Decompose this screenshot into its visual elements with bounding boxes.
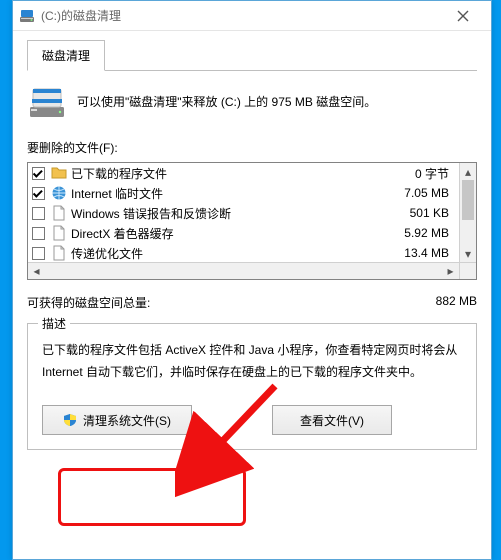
file-checkbox[interactable] xyxy=(32,247,45,260)
view-files-button[interactable]: 查看文件(V) xyxy=(272,405,392,435)
disk-icon xyxy=(27,85,67,121)
vertical-scrollbar[interactable]: ▴ ▾ xyxy=(459,163,476,262)
info-text: 可以使用"磁盘清理"来释放 (C:) 上的 975 MB 磁盘空间。 xyxy=(77,93,376,112)
scroll-down-arrow[interactable]: ▾ xyxy=(460,245,476,262)
file-list-row[interactable]: 传递优化文件13.4 MB xyxy=(28,243,459,262)
file-list-row[interactable]: 已下载的程序文件0 字节 xyxy=(28,163,459,183)
view-files-label: 查看文件(V) xyxy=(300,412,364,429)
filelist-label: 要删除的文件(F): xyxy=(27,139,477,156)
titlebar: (C:)的磁盘清理 xyxy=(13,1,491,31)
description-group: 描述 已下载的程序文件包括 ActiveX 控件和 Java 小程序，你查看特定… xyxy=(27,323,477,450)
file-icon xyxy=(51,205,67,221)
file-list: 已下载的程序文件0 字节Internet 临时文件7.05 MBWindows … xyxy=(27,162,477,280)
button-row: 清理系统文件(S) 查看文件(V) xyxy=(42,405,462,435)
close-icon xyxy=(457,10,469,22)
globe-icon xyxy=(51,185,67,201)
dialog-window: (C:)的磁盘清理 磁盘清理 可以使用"磁盘清理"来释放 (C:) 上的 975… xyxy=(12,0,492,560)
scrollbar-corner xyxy=(459,262,476,279)
file-size: 0 字节 xyxy=(383,165,455,182)
file-name: 传递优化文件 xyxy=(71,245,383,262)
total-label: 可获得的磁盘空间总量: xyxy=(27,294,150,311)
file-size: 501 KB xyxy=(383,206,455,220)
total-value: 882 MB xyxy=(436,294,477,311)
file-checkbox[interactable] xyxy=(32,167,45,180)
total-row: 可获得的磁盘空间总量: 882 MB xyxy=(27,294,477,311)
disk-cleanup-icon xyxy=(19,8,35,24)
file-list-row[interactable]: DirectX 着色器缓存5.92 MB xyxy=(28,223,459,243)
scroll-left-arrow[interactable]: ◂ xyxy=(28,263,45,280)
shield-icon xyxy=(63,413,77,427)
info-row: 可以使用"磁盘清理"来释放 (C:) 上的 975 MB 磁盘空间。 xyxy=(27,85,477,121)
horizontal-scrollbar[interactable]: ◂ ▸ xyxy=(28,262,459,279)
description-legend: 描述 xyxy=(38,315,70,332)
file-size: 5.92 MB xyxy=(383,226,455,240)
file-name: DirectX 着色器缓存 xyxy=(71,225,383,242)
clean-system-files-label: 清理系统文件(S) xyxy=(83,412,171,429)
folder-icon xyxy=(51,165,67,181)
file-name: Internet 临时文件 xyxy=(71,185,383,202)
file-name: 已下载的程序文件 xyxy=(71,165,383,182)
client-area: 磁盘清理 可以使用"磁盘清理"来释放 (C:) 上的 975 MB 磁盘空间。 … xyxy=(13,31,491,464)
file-list-row[interactable]: Internet 临时文件7.05 MB xyxy=(28,183,459,203)
file-checkbox[interactable] xyxy=(32,207,45,220)
file-size: 7.05 MB xyxy=(383,186,455,200)
file-checkbox[interactable] xyxy=(32,227,45,240)
window-title: (C:)的磁盘清理 xyxy=(41,7,441,24)
scrollbar-thumb[interactable] xyxy=(462,180,474,220)
file-icon xyxy=(51,225,67,241)
file-name: Windows 错误报告和反馈诊断 xyxy=(71,205,383,222)
file-list-row[interactable]: Windows 错误报告和反馈诊断501 KB xyxy=(28,203,459,223)
tab-disk-cleanup[interactable]: 磁盘清理 xyxy=(27,40,105,71)
tab-strip: 磁盘清理 xyxy=(27,39,477,71)
clean-system-files-button[interactable]: 清理系统文件(S) xyxy=(42,405,192,435)
close-button[interactable] xyxy=(441,2,485,30)
description-text: 已下载的程序文件包括 ActiveX 控件和 Java 小程序，你查看特定网页时… xyxy=(42,340,462,383)
scroll-up-arrow[interactable]: ▴ xyxy=(460,163,476,180)
scroll-right-arrow[interactable]: ▸ xyxy=(442,263,459,280)
file-checkbox[interactable] xyxy=(32,187,45,200)
file-icon xyxy=(51,245,67,261)
file-size: 13.4 MB xyxy=(383,246,455,260)
